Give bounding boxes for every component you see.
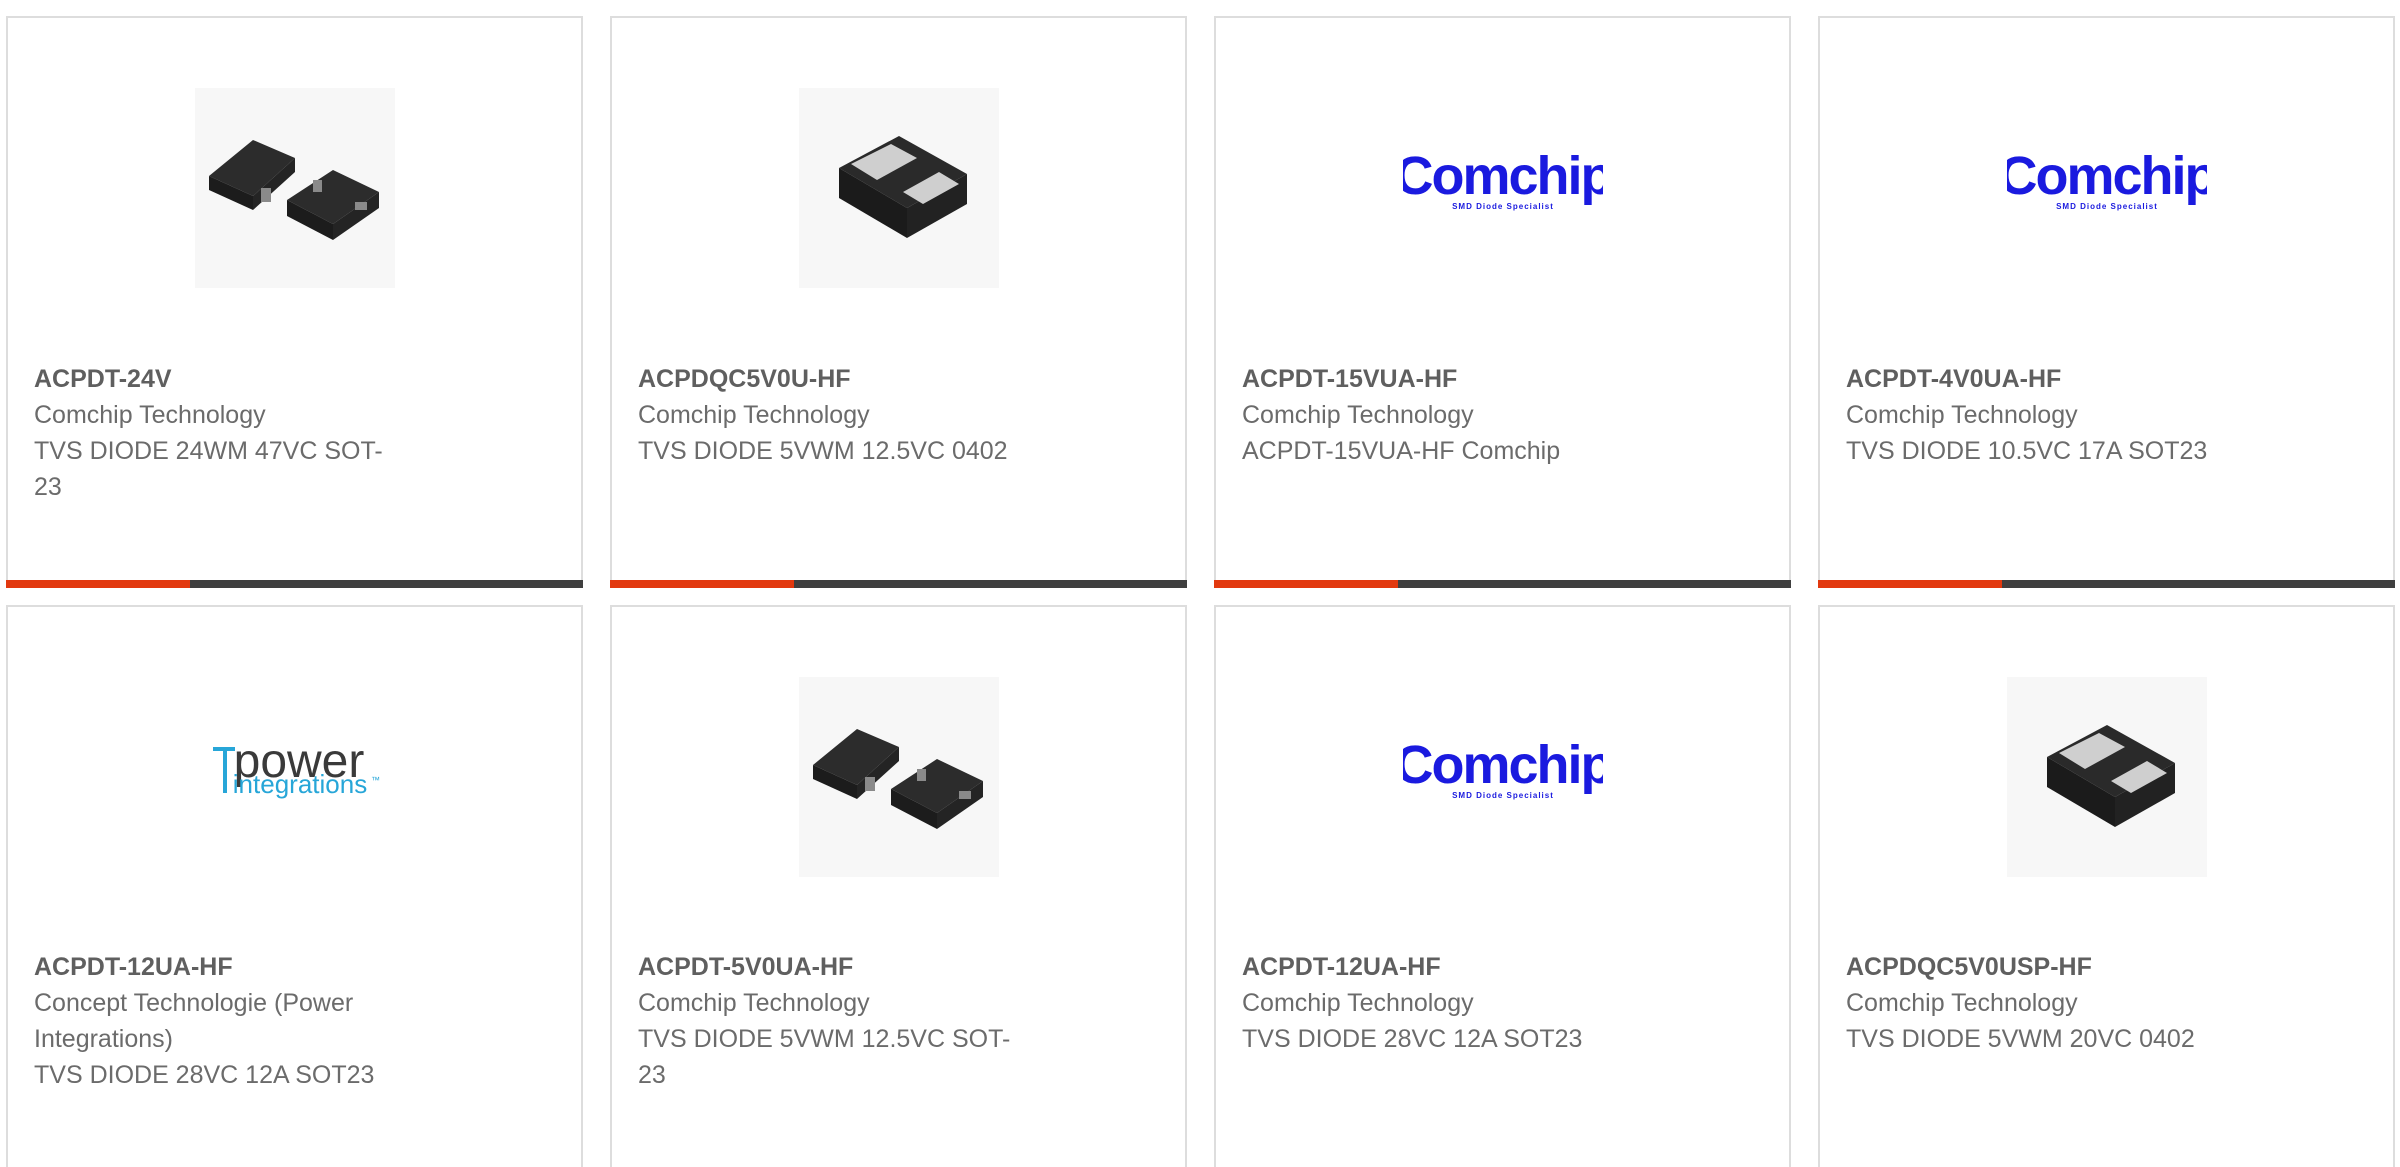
card-accent xyxy=(6,580,190,588)
comchip-logo: Comchip SMD Diode Specialist xyxy=(1403,88,1603,288)
part-number[interactable]: ACPDQC5V0USP-HF xyxy=(1846,949,2276,985)
comchip-logo-tagline: SMD Diode Specialist xyxy=(2056,202,2158,211)
comchip-logo-word: Comchip xyxy=(1403,735,1603,795)
sot23-package-icon xyxy=(798,677,999,877)
product-card[interactable]: ACPDT-5V0UA-HF Comchip Technology TVS DI… xyxy=(610,605,1187,1167)
power-logo-tm: ™ xyxy=(371,775,380,785)
product-card[interactable]: Comchip SMD Diode Specialist ACPDT-12UA-… xyxy=(1214,605,1791,1167)
product-grid: ACPDT-24V Comchip Technology TVS DIODE 2… xyxy=(0,0,2400,1167)
comchip-logo-tagline: SMD Diode Specialist xyxy=(1452,202,1554,211)
description: ACPDT-15VUA-HF Comchip xyxy=(1242,437,1561,465)
product-card[interactable]: Comchip SMD Diode Specialist ACPDT-4V0UA… xyxy=(1818,16,2395,588)
power-logo-sub: integrations xyxy=(232,769,366,799)
manufacturer: Comchip Technology xyxy=(1242,989,1474,1017)
description: TVS DIODE 28VC 12A SOT23 xyxy=(34,1061,375,1089)
card-accent xyxy=(1818,580,2002,588)
comchip-logo-word: Comchip xyxy=(2007,146,2207,206)
manufacturer: Comchip Technology xyxy=(638,401,870,429)
comchip-logo-word: Comchip xyxy=(1403,146,1603,206)
product-card[interactable]: Comchip SMD Diode Specialist ACPDT-15VUA… xyxy=(1214,16,1791,588)
comchip-logo: Comchip SMD Diode Specialist xyxy=(2007,88,2207,288)
card-accent xyxy=(1214,580,1398,588)
0402-package-icon xyxy=(798,88,999,288)
product-card[interactable]: ACPDQC5V0USP-HF Comchip Technology TVS D… xyxy=(1818,605,2395,1167)
manufacturer: Comchip Technology xyxy=(1846,401,2078,429)
product-card[interactable]: ACPDQC5V0U-HF Comchip Technology TVS DIO… xyxy=(610,16,1187,588)
part-number[interactable]: ACPDQC5V0U-HF xyxy=(638,361,1068,397)
part-number[interactable]: ACPDT-24V xyxy=(34,361,464,397)
comchip-logo: Comchip SMD Diode Specialist xyxy=(1403,677,1603,877)
power-integrations-logo: power integrations ™ xyxy=(195,677,395,877)
description: TVS DIODE 5VWM 12.5VC 0402 xyxy=(638,437,1008,465)
description: TVS DIODE 28VC 12A SOT23 xyxy=(1242,1025,1583,1053)
part-number[interactable]: ACPDT-12UA-HF xyxy=(34,949,464,985)
part-number[interactable]: ACPDT-4V0UA-HF xyxy=(1846,361,2276,397)
part-number[interactable]: ACPDT-15VUA-HF xyxy=(1242,361,1672,397)
product-card[interactable]: power integrations ™ ACPDT-12UA-HF Conce… xyxy=(6,605,583,1167)
manufacturer: Comchip Technology xyxy=(1242,401,1474,429)
description: TVS DIODE 24WM 47VC SOT- 23 xyxy=(34,437,383,501)
description: TVS DIODE 5VWM 12.5VC SOT- 23 xyxy=(638,1025,1011,1089)
manufacturer: Comchip Technology xyxy=(34,401,266,429)
manufacturer: Comchip Technology xyxy=(1846,989,2078,1017)
card-bottom-bar xyxy=(6,580,583,588)
product-card[interactable]: ACPDT-24V Comchip Technology TVS DIODE 2… xyxy=(6,16,583,588)
card-bottom-bar xyxy=(1818,580,2395,588)
manufacturer: Concept Technologie (Power Integrations) xyxy=(34,989,354,1053)
description: TVS DIODE 10.5VC 17A SOT23 xyxy=(1846,437,2208,465)
sot23-package-icon xyxy=(194,88,395,288)
comchip-logo-tagline: SMD Diode Specialist xyxy=(1452,791,1554,800)
card-bottom-bar xyxy=(610,580,1187,588)
manufacturer: Comchip Technology xyxy=(638,989,870,1017)
part-number[interactable]: ACPDT-12UA-HF xyxy=(1242,949,1672,985)
card-accent xyxy=(610,580,794,588)
part-number[interactable]: ACPDT-5V0UA-HF xyxy=(638,949,1068,985)
description: TVS DIODE 5VWM 20VC 0402 xyxy=(1846,1025,2195,1053)
0402-package-icon xyxy=(2006,677,2207,877)
card-bottom-bar xyxy=(1214,580,1791,588)
